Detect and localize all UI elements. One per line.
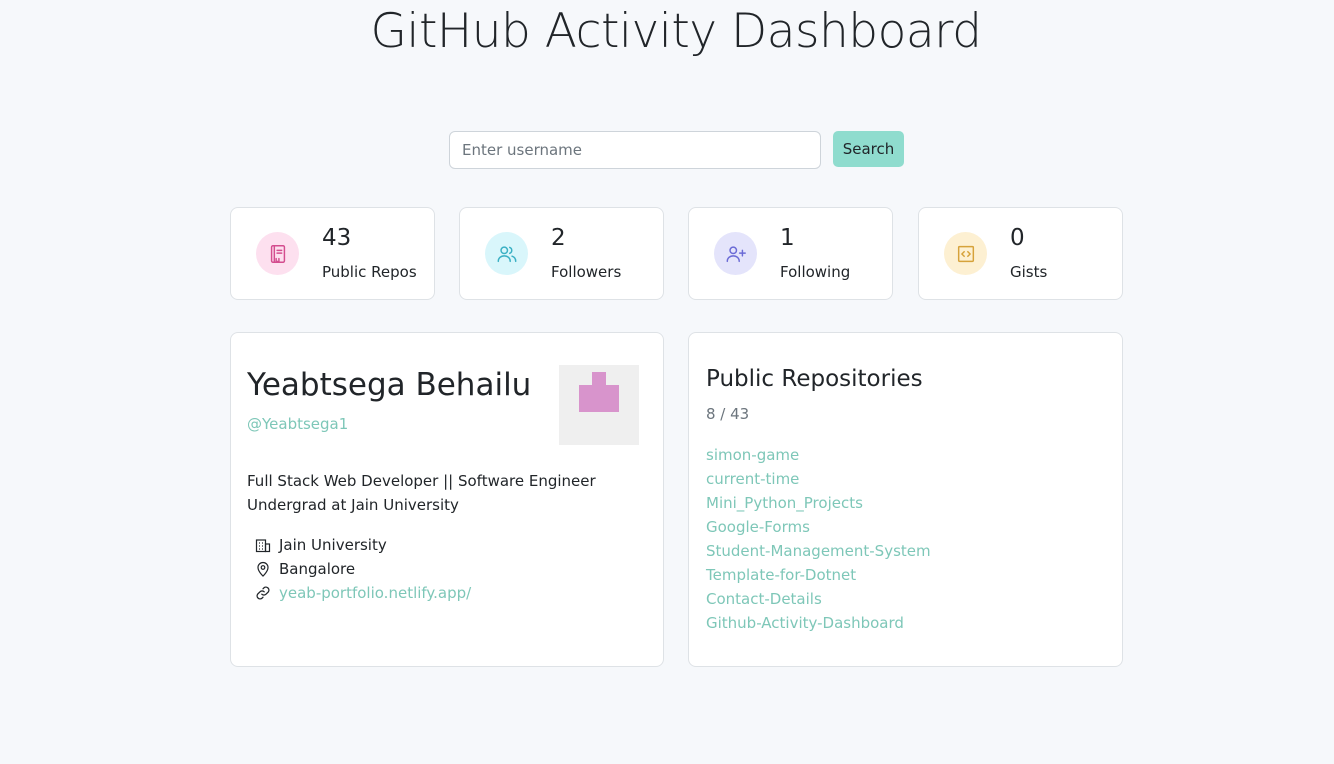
map-pin-icon <box>257 561 269 577</box>
bio-line: Full Stack Web Developer || Software Eng… <box>247 472 596 490</box>
stat-label: Followers <box>551 263 622 281</box>
stat-label: Gists <box>1010 263 1048 281</box>
repository-list: simon-game current-time Mini_Python_Proj… <box>706 443 931 635</box>
users-icon <box>485 232 528 275</box>
profile-location: Bangalore <box>255 557 355 581</box>
profile-website: yeab-portfolio.netlify.app/ <box>255 581 471 605</box>
repo-link[interactable]: Template-for-Dotnet <box>706 566 856 584</box>
repositories-title: Public Repositories <box>706 366 923 392</box>
location-name: Bangalore <box>279 560 356 578</box>
repo-link[interactable]: Contact-Details <box>706 590 822 608</box>
search-button[interactable]: Search <box>833 131 904 167</box>
list-item: simon-game <box>706 443 931 467</box>
bio-line: Undergrad at Jain University <box>247 496 459 514</box>
stat-value: 43 <box>322 225 352 251</box>
repo-link[interactable]: simon-game <box>706 446 799 464</box>
user-plus-icon <box>714 232 757 275</box>
repo-link[interactable]: Github-Activity-Dashboard <box>706 614 904 632</box>
profile-card: Yeabtsega Behailu @Yeabtsega1 Full Stack… <box>230 332 664 667</box>
list-item: Mini_Python_Projects <box>706 491 931 515</box>
repo-link[interactable]: Google-Forms <box>706 518 810 536</box>
link-icon <box>256 586 270 600</box>
website-link[interactable]: yeab-portfolio.netlify.app/ <box>279 584 471 602</box>
book-icon <box>256 232 299 275</box>
stat-label: Public Repos <box>322 263 417 281</box>
page-title: GitHub Activity Dashboard <box>370 4 982 59</box>
profile-handle-link[interactable]: @Yeabtsega1 <box>247 415 348 433</box>
stat-card-public-repos: 43 Public Repos <box>230 207 435 300</box>
stat-value: 2 <box>551 225 566 251</box>
stat-card-gists: 0 Gists <box>918 207 1123 300</box>
repositories-card: Public Repositories 8 / 43 simon-game cu… <box>688 332 1123 667</box>
code-file-icon <box>944 232 987 275</box>
repo-link[interactable]: current-time <box>706 470 799 488</box>
stat-value: 0 <box>1010 225 1025 251</box>
list-item: Template-for-Dotnet <box>706 563 931 587</box>
profile-name: Yeabtsega Behailu <box>247 367 532 403</box>
building-icon <box>255 539 271 553</box>
list-item: Google-Forms <box>706 515 931 539</box>
repo-link[interactable]: Student-Management-System <box>706 542 931 560</box>
profile-company: Jain University <box>255 533 387 557</box>
profile-bio: Full Stack Web Developer || Software Eng… <box>247 469 607 517</box>
repo-link[interactable]: Mini_Python_Projects <box>706 494 863 512</box>
list-item: Student-Management-System <box>706 539 931 563</box>
company-name: Jain University <box>279 536 387 554</box>
list-item: current-time <box>706 467 931 491</box>
stat-card-followers: 2 Followers <box>459 207 664 300</box>
stat-label: Following <box>780 263 851 281</box>
list-item: Github-Activity-Dashboard <box>706 611 931 635</box>
search-input[interactable] <box>449 131 821 169</box>
stat-value: 1 <box>780 225 795 251</box>
list-item: Contact-Details <box>706 587 931 611</box>
repositories-count: 8 / 43 <box>706 405 750 423</box>
stat-card-following: 1 Following <box>688 207 893 300</box>
avatar <box>559 365 639 445</box>
